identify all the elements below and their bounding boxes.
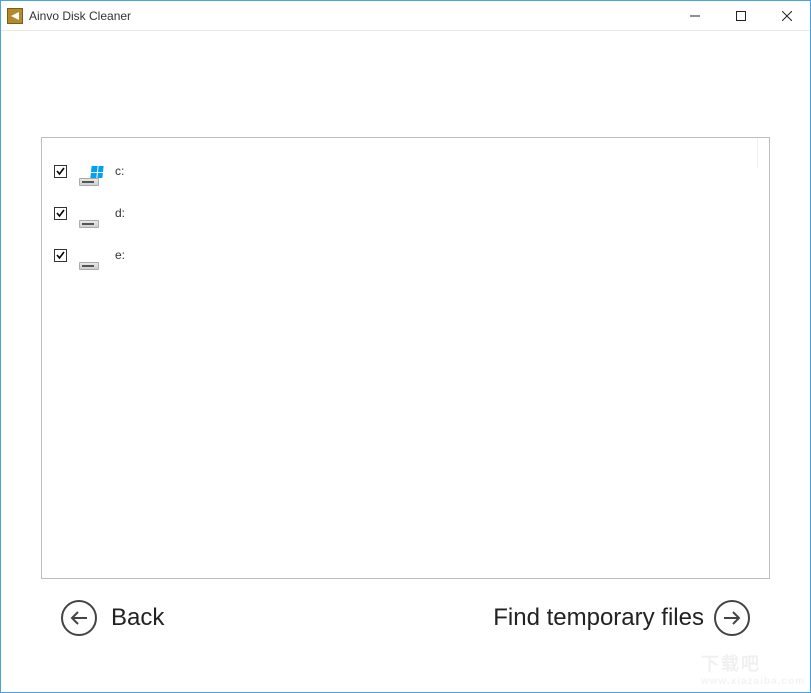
windows-logo-icon [90,166,103,178]
title-bar[interactable]: Ainvo Disk Cleaner [1,1,810,31]
window-frame: Ainvo Disk Cleaner [0,0,811,693]
header-spacer [41,31,770,137]
client-area: c: d: e: [1,31,810,692]
drive-label: c: [115,164,124,178]
drive-label: d: [115,206,125,220]
find-temp-files-button[interactable]: Find temporary files [493,600,750,636]
minimize-button[interactable] [672,1,718,30]
list-item[interactable]: c: [52,164,759,192]
drive-label: e: [115,248,125,262]
back-label: Back [111,604,164,632]
footer-nav: Back Find temporary files [41,579,770,657]
scrollbar-stub [757,138,769,168]
arrow-left-icon [61,600,97,636]
maximize-button[interactable] [718,1,764,30]
forward-label: Find temporary files [493,604,704,632]
drive-list: c: d: e: [41,137,770,579]
window-controls [672,1,810,30]
drive-icon [77,206,101,234]
back-button[interactable]: Back [61,600,164,636]
close-button[interactable] [764,1,810,30]
arrow-right-icon [714,600,750,636]
drive-icon [77,248,101,276]
drive-checkbox[interactable] [54,165,67,178]
drive-checkbox[interactable] [54,207,67,220]
list-item[interactable]: e: [52,248,759,276]
app-icon [7,8,23,24]
drive-icon [77,164,101,192]
drive-checkbox[interactable] [54,249,67,262]
window-title: Ainvo Disk Cleaner [29,9,672,23]
list-item[interactable]: d: [52,206,759,234]
